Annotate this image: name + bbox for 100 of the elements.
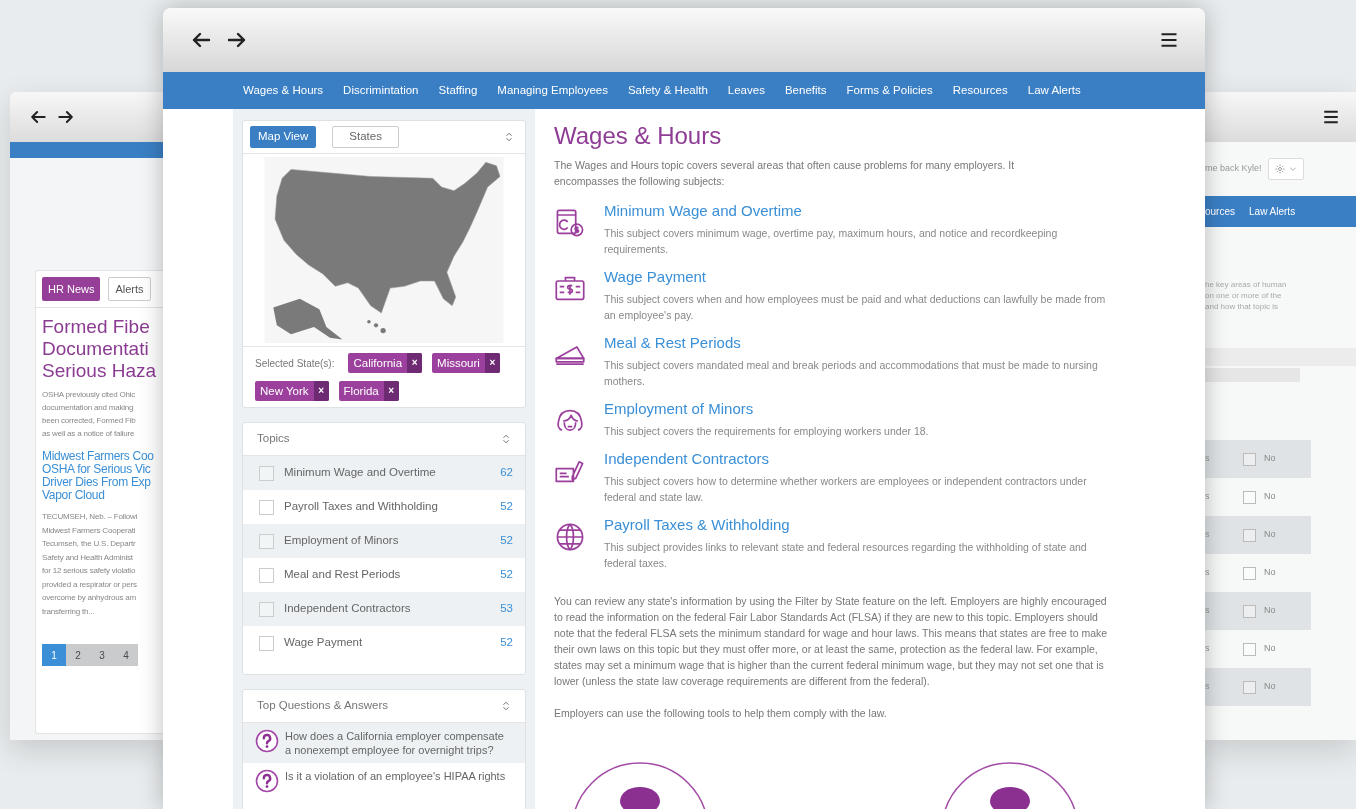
checkbox-label: No (1264, 604, 1276, 618)
subject-description: This subject covers minimum wage, overtime pay, maximum hours, and notice and recordkeeping requirements. (604, 226, 1059, 257)
sort-icon[interactable] (501, 699, 511, 713)
topic-row[interactable]: Employment of Minors 52 (243, 524, 525, 558)
view-tab[interactable]: States (332, 126, 399, 148)
settings-button[interactable] (1267, 158, 1304, 180)
remove-button[interactable]: × (383, 381, 399, 401)
topic-count: 52 (500, 499, 513, 515)
topic-label: Minimum Wage and Overtime (284, 465, 437, 481)
question-text: Is it a violation of an employee's HIPAA rights (285, 769, 506, 783)
nav-link[interactable]: Resources (952, 81, 1008, 100)
topic-label: Employment of Minors (284, 533, 400, 549)
news-tab[interactable]: Alerts (108, 277, 151, 301)
subject-description: This subject covers when and how employees must be paid and what deductions can lawfully be made from an employee's pay. (604, 292, 1107, 323)
subject-link[interactable]: Payroll Taxes & Withholding (604, 515, 790, 535)
checkbox[interactable] (259, 465, 274, 481)
subject-link[interactable]: Independent Contractors (604, 449, 770, 469)
menu-icon[interactable] (1322, 108, 1340, 126)
state-name: California (352, 356, 404, 371)
subject-link[interactable]: Employment of Minors (604, 399, 754, 419)
checkbox[interactable] (1243, 490, 1256, 504)
question-icon (255, 769, 279, 793)
question-text: How does a California employer compensate a nonexempt employee for overnight trips? (285, 729, 505, 757)
checkbox[interactable] (259, 533, 274, 549)
nav-link[interactable]: Law Alerts (1027, 81, 1081, 100)
page-button[interactable]: 4 (114, 644, 138, 666)
news-tab[interactable]: HR News (42, 277, 101, 301)
intro-text: The Wages and Hours topic covers several areas that often cause problems for many employers. It encompasses the following subjects: (554, 158, 1016, 189)
subject-description: This subject covers how to determine whether workers are employees or independent contractors under federal and state law. (604, 474, 1088, 505)
subject-link[interactable]: Minimum Wage and Overtime (604, 201, 802, 221)
checkbox-label: No (1264, 528, 1276, 542)
topic-count: 62 (500, 465, 513, 481)
sort-icon[interactable] (501, 432, 511, 446)
card-title: Top Questions & Answers (257, 698, 389, 714)
checkbox[interactable] (259, 601, 274, 617)
checkbox[interactable] (259, 567, 274, 583)
question-icon (255, 729, 279, 753)
news-headline[interactable]: Formed Fibe Documentati Serious Haza (42, 316, 163, 382)
nav-link[interactable]: Managing Employees (497, 81, 608, 100)
welcome-text: me back Kyle! (1205, 162, 1262, 176)
table-cell-text: s (1205, 642, 1211, 656)
checkbox[interactable] (1243, 566, 1256, 580)
nav-link[interactable]: Wages & Hours (243, 81, 324, 100)
topic-count: 52 (500, 533, 513, 549)
remove-button[interactable]: × (407, 353, 423, 373)
sort-icon[interactable] (504, 130, 514, 144)
nav-link[interactable]: Safety & Health (627, 81, 708, 100)
checkbox-label: No (1264, 452, 1276, 466)
table-cell-text: s (1205, 604, 1211, 618)
body-text: You can review any state's information by using the Filter by State feature on the left. Employers are highly encouraged to read the information on the federal Fair Labor Standards Act (FLSA) if they are new to this topic. Employers should note that the federal FLSA sets the minimum standard for wage and hour laws. This means that states are free to make their own laws on this topic but they must offer more, or at least the same, protection as the federal law. For example, states may set a minimum wage that is higher than the current federal minimum wage, but they may not set one that is lower (unless the state law coverage requirements are different from the federal). (554, 594, 1109, 689)
topic-count: 53 (500, 601, 513, 617)
subject-description: This subject covers the requirements for employing workers under 18. (604, 424, 929, 439)
question-row[interactable]: How does a California employer compensate a nonexempt employee for overnight trips? (243, 723, 525, 763)
nav-link[interactable]: Forms & Policies (846, 81, 933, 100)
table-cell-text: s (1205, 452, 1211, 466)
nav-link[interactable]: ources (1205, 204, 1235, 219)
topic-label: Meal and Rest Periods (284, 567, 402, 583)
page-button[interactable]: 2 (66, 644, 90, 666)
topic-label: Wage Payment (284, 635, 364, 651)
state-name: Florida (342, 384, 380, 399)
checkbox-label: No (1264, 490, 1276, 504)
menu-icon[interactable] (1159, 30, 1179, 50)
subject-link[interactable]: Meal & Rest Periods (604, 333, 741, 353)
nav-link[interactable]: Leaves (727, 81, 765, 100)
checkbox[interactable] (1243, 680, 1256, 694)
subject-link[interactable]: Wage Payment (604, 267, 706, 287)
news-summary: OSHA previously cited Ohic documentation and making been corrected, Formed Fib as well as a notice of failure (42, 389, 137, 440)
page-button[interactable]: 3 (90, 644, 114, 666)
view-tab[interactable]: Map View (250, 126, 317, 148)
table-cell-text: s (1205, 528, 1211, 542)
checkbox[interactable] (259, 499, 274, 515)
checkbox-label: No (1264, 680, 1276, 694)
subject-icon (554, 207, 586, 239)
checkbox[interactable] (1243, 528, 1256, 542)
nav-link[interactable]: Staffing (438, 81, 478, 100)
selected-states-label: Selected State(s): (255, 356, 335, 371)
topic-row[interactable]: Independent Contractors 53 (243, 592, 525, 626)
body-text: Employers can use the following tools to help them comply with the law. (554, 706, 888, 721)
remove-button[interactable]: × (313, 381, 329, 401)
subject-description: This subject provides links to relevant state and federal resources regarding the withholding of state and federal taxes. (604, 540, 1088, 571)
table-cell-text: s (1205, 490, 1211, 504)
remove-button[interactable]: × (484, 353, 500, 373)
nav-link[interactable]: Discrimintation (343, 81, 419, 100)
checkbox[interactable] (1243, 604, 1256, 618)
topic-label: Independent Contractors (284, 601, 412, 617)
news-link[interactable]: Midwest Farmers Coo OSHA for Serious Vic Driver Dies From Exp Vapor Cloud (42, 450, 163, 502)
nav-link[interactable]: Law Alerts (1249, 204, 1296, 219)
subject-description: This subject covers mandated meal and break periods and accommodations that must be made to nursing mothers. (604, 358, 1099, 389)
checkbox-label: No (1264, 566, 1276, 580)
checkbox[interactable] (1243, 452, 1256, 466)
state-name: Missouri (436, 356, 481, 371)
page-title: Wages & Hours (554, 121, 723, 151)
settings-icon (1274, 163, 1287, 175)
page-button[interactable]: 1 (42, 644, 66, 666)
checkbox[interactable] (1243, 642, 1256, 656)
nav-link[interactable]: Benefits (784, 81, 827, 100)
topic-count: 52 (500, 635, 513, 651)
topic-row[interactable]: Minimum Wage and Overtime 62 (243, 456, 525, 490)
card-title: Topics (257, 431, 290, 447)
checkbox[interactable] (259, 635, 274, 651)
